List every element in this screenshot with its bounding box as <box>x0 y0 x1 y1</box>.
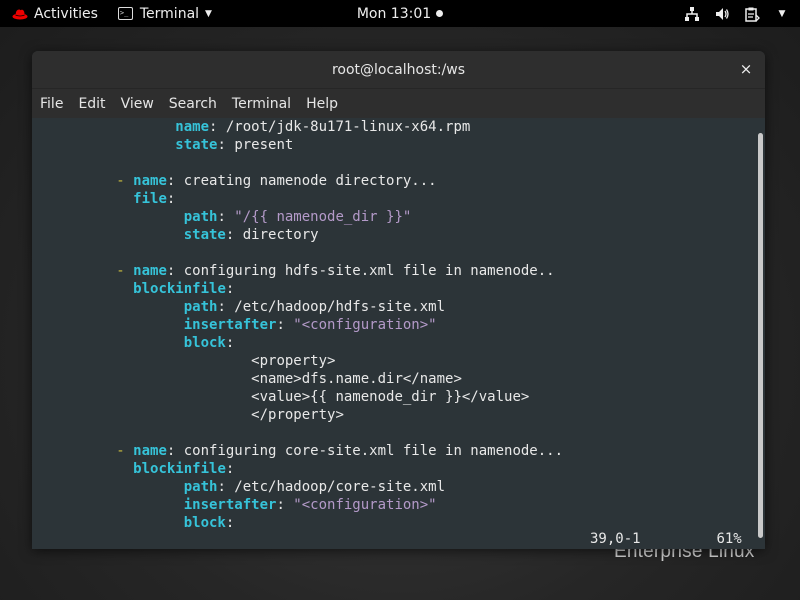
yaml-key: path <box>183 479 218 495</box>
app-menu-label: Terminal <box>139 5 200 22</box>
close-icon[interactable]: × <box>737 60 755 78</box>
yaml-value: "/{{ namenode_dir }}" <box>234 209 412 225</box>
yaml-value: /etc/hadoop/core-site.xml <box>234 479 446 495</box>
redhat-logo-icon <box>12 9 28 19</box>
list-dash: - <box>116 263 134 279</box>
scrollbar[interactable] <box>758 120 763 547</box>
terminal-text: name: /root/jdk-8u171-linux-x64.rpm stat… <box>32 118 563 532</box>
app-menu-terminal[interactable]: >_ Terminal ▼ <box>110 0 220 27</box>
menu-help[interactable]: Help <box>306 96 338 112</box>
yaml-key: block <box>183 335 226 351</box>
window-titlebar[interactable]: root@localhost:/ws × <box>32 51 765 89</box>
terminal-line: state: present <box>175 137 294 153</box>
yaml-value: configuring core-site.xml file in nameno… <box>183 443 564 459</box>
yaml-key: state <box>175 137 218 153</box>
yaml-key: name <box>133 443 167 459</box>
yaml-key: name <box>133 173 167 189</box>
terminal-line: </property> <box>32 406 563 424</box>
yaml-key: name <box>133 263 167 279</box>
terminal-window: root@localhost:/ws × File Edit View Sear… <box>32 51 765 549</box>
yaml-key: blockinfile <box>133 281 226 297</box>
menu-file[interactable]: File <box>40 96 63 112</box>
yaml-key: file <box>133 191 167 207</box>
terminal-line: blockinfile: <box>133 281 235 297</box>
chevron-down-icon: ▼ <box>778 8 786 19</box>
terminal-line: state: directory <box>183 227 319 243</box>
activities-button[interactable]: Activities <box>0 0 108 27</box>
network-icon <box>684 6 700 22</box>
window-title: root@localhost:/ws <box>331 61 466 78</box>
system-tray[interactable]: ▼ <box>684 0 790 27</box>
menu-terminal[interactable]: Terminal <box>232 96 291 112</box>
yaml-key: path <box>183 299 218 315</box>
terminal-icon: >_ <box>117 7 133 20</box>
terminal-line: file: <box>133 191 176 207</box>
clock-button[interactable]: Mon 13:01 <box>356 5 444 22</box>
terminal-line: block: <box>183 515 235 531</box>
top-bar: Activities >_ Terminal ▼ Mon 13:01 ▼ <box>0 0 800 27</box>
clock-label: Mon 13:01 <box>356 5 432 22</box>
menu-view[interactable]: View <box>121 96 154 112</box>
list-dash: - <box>116 173 134 189</box>
yaml-value: /root/jdk-8u171-linux-x64.rpm <box>225 119 471 135</box>
terminal-line: - name: configuring core-site.xml file i… <box>116 443 564 459</box>
yaml-key: insertafter <box>183 317 277 333</box>
menu-edit[interactable]: Edit <box>78 96 105 112</box>
terminal-line: - name: configuring hdfs-site.xml file i… <box>116 263 555 279</box>
yaml-value: creating namenode directory... <box>183 173 437 189</box>
scroll-percent: 61% <box>716 531 742 547</box>
list-dash: - <box>116 443 134 459</box>
yaml-value: present <box>234 137 294 153</box>
terminal-line: <value>{{ namenode_dir }}</value> <box>32 388 563 406</box>
yaml-value: <property> <box>251 353 336 369</box>
terminal-line: <property> <box>32 352 563 370</box>
yaml-value: directory <box>242 227 319 243</box>
terminal-content[interactable]: name: /root/jdk-8u171-linux-x64.rpm stat… <box>32 118 765 549</box>
yaml-key: block <box>183 515 226 531</box>
clipboard-icon <box>744 6 760 22</box>
activities-label: Activities <box>34 5 98 22</box>
notification-dot-icon <box>436 10 444 17</box>
yaml-value: /etc/hadoop/hdfs-site.xml <box>234 299 446 315</box>
yaml-key: name <box>175 119 210 135</box>
terminal-line: <name>dfs.name.dir</name> <box>32 370 563 388</box>
vim-status-line: 39,0-1 61% <box>590 530 742 548</box>
scrollbar-thumb[interactable] <box>758 133 763 538</box>
menu-bar: File Edit View Search Terminal Help <box>32 89 765 119</box>
yaml-value: <name>dfs.name.dir</name> <box>251 371 462 387</box>
yaml-value: </property> <box>251 407 344 423</box>
terminal-line: blockinfile: <box>133 461 235 477</box>
terminal-line: - name: creating namenode directory... <box>116 173 437 189</box>
yaml-key: insertafter <box>183 497 277 513</box>
yaml-value: <value>{{ namenode_dir }}</value> <box>251 389 530 405</box>
terminal-line: insertafter: "<configuration>" <box>183 317 437 333</box>
terminal-line: path: /etc/hadoop/core-site.xml <box>183 479 446 495</box>
terminal-line: path: "/{{ namenode_dir }}" <box>183 209 412 225</box>
yaml-value: "<configuration>" <box>293 317 437 333</box>
chevron-down-icon: ▼ <box>205 8 212 19</box>
cursor-position: 39,0-1 <box>590 531 641 547</box>
yaml-value: "<configuration>" <box>293 497 437 513</box>
yaml-key: blockinfile <box>133 461 226 477</box>
terminal-line: path: /etc/hadoop/hdfs-site.xml <box>183 299 446 315</box>
terminal-line: name: /root/jdk-8u171-linux-x64.rpm <box>175 119 471 135</box>
yaml-value: configuring hdfs-site.xml file in nameno… <box>183 263 555 279</box>
menu-search[interactable]: Search <box>169 96 217 112</box>
yaml-key: state <box>183 227 226 243</box>
yaml-key: path <box>183 209 218 225</box>
terminal-line: block: <box>183 335 235 351</box>
volume-icon <box>714 6 730 22</box>
terminal-line: insertafter: "<configuration>" <box>183 497 437 513</box>
